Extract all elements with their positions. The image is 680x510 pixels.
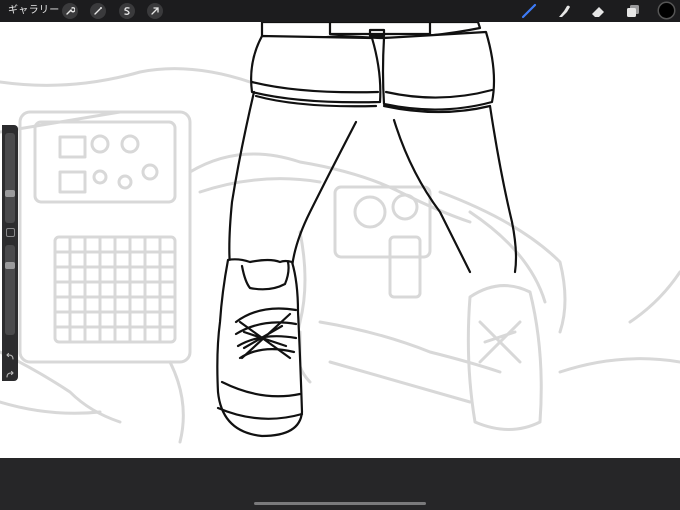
opacity-slider[interactable] [5,245,15,335]
smudge-icon[interactable] [555,2,573,20]
magic-wand-icon[interactable] [90,3,106,19]
artwork [0,22,680,444]
brush-size-thumb[interactable] [5,190,15,197]
wrench-icon[interactable] [62,3,78,19]
modify-button[interactable] [6,228,15,237]
home-indicator[interactable] [254,502,426,505]
selection-s-icon[interactable] [119,3,135,19]
undo-icon[interactable] [5,347,15,360]
redo-icon[interactable] [5,365,15,378]
brush-icon[interactable] [520,2,538,20]
left-sidebar [2,125,18,381]
top-toolbar: ギャラリー [0,0,680,22]
eraser-icon[interactable] [589,2,607,20]
background-sketch [0,67,680,444]
brush-size-slider[interactable] [5,133,15,223]
layers-icon[interactable] [624,2,642,20]
drawing-canvas[interactable] [0,22,680,458]
gallery-button[interactable]: ギャラリー [8,4,60,18]
opacity-thumb[interactable] [5,262,15,269]
transform-arrow-icon[interactable] [147,3,163,19]
color-picker-button[interactable] [659,3,674,18]
